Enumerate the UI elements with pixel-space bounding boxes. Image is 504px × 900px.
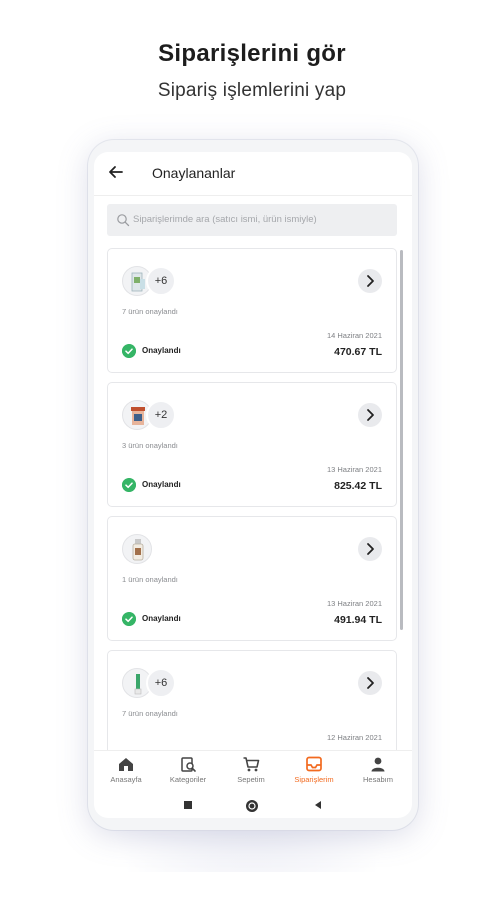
product-count-text: 7 ürün onaylandı bbox=[122, 709, 178, 718]
more-products-badge: +6 bbox=[146, 668, 176, 698]
search-placeholder: Siparişlerimde ara (satıcı ismi, ürün is… bbox=[133, 214, 317, 225]
check-circle-icon bbox=[122, 478, 136, 492]
order-amount: 491.94 TL bbox=[334, 614, 382, 626]
nav-label: Sepetim bbox=[237, 775, 265, 784]
check-circle-icon bbox=[122, 612, 136, 626]
product-image bbox=[132, 539, 144, 561]
nav-label: Hesabım bbox=[362, 775, 393, 784]
order-card[interactable]: 1 ürün onaylandı 13 Haziran 2021 Onaylan… bbox=[107, 516, 397, 641]
order-date: 13 Haziran 2021 bbox=[326, 465, 382, 474]
hero-subtitle: Sipariş işlemlerini yap bbox=[157, 80, 347, 101]
more-products-badge: +2 bbox=[146, 400, 176, 430]
more-products-badge: +6 bbox=[146, 266, 176, 296]
nav-item-kategoriler[interactable]: Kategoriler bbox=[158, 755, 218, 784]
search-icon bbox=[117, 214, 130, 227]
chevron-right-button[interactable] bbox=[358, 537, 382, 561]
arrow-left-icon[interactable] bbox=[106, 162, 126, 182]
chevron-right-button[interactable] bbox=[358, 671, 382, 695]
check-circle-icon bbox=[122, 344, 136, 358]
product-count-text: 1 ürün onaylandı bbox=[122, 575, 178, 584]
order-amount: 825.42 TL bbox=[334, 480, 382, 492]
home-icon bbox=[119, 758, 133, 771]
app-bar: Onaylananlar bbox=[94, 152, 412, 196]
page-title: Onaylananlar bbox=[152, 165, 236, 181]
category-search-icon bbox=[181, 757, 196, 772]
cart-icon bbox=[243, 757, 260, 772]
phone-frame: Onaylananlar Siparişlerimde ara (satıcı … bbox=[88, 140, 418, 830]
chevron-right-icon bbox=[367, 275, 374, 287]
nav-label: Kategoriler bbox=[169, 775, 207, 784]
person-icon bbox=[371, 757, 385, 772]
chevron-right-icon bbox=[367, 409, 374, 421]
nav-label: Anasayfa bbox=[110, 775, 142, 784]
chevron-right-icon bbox=[367, 543, 374, 555]
product-count-text: 7 ürün onaylandı bbox=[122, 307, 178, 316]
order-card[interactable]: +2 3 ürün onaylandı 13 Haziran 2021 Onay… bbox=[107, 382, 397, 507]
product-thumbnail bbox=[122, 534, 152, 564]
order-amount: 470.67 TL bbox=[334, 346, 382, 358]
recents-square-icon[interactable] bbox=[182, 799, 194, 811]
orders-list: +6 7 ürün onaylandı 14 Haziran 2021 Onay… bbox=[107, 248, 397, 753]
product-count-text: 3 ürün onaylandı bbox=[122, 441, 178, 450]
status-label: Onaylandı bbox=[142, 346, 181, 355]
nav-item-anasayfa[interactable]: Anasayfa bbox=[96, 755, 156, 784]
nav-item-siparislerim[interactable]: Siparişlerim bbox=[284, 755, 344, 784]
app-screen: Onaylananlar Siparişlerimde ara (satıcı … bbox=[94, 152, 412, 818]
status-label: Onaylandı bbox=[142, 480, 181, 489]
back-triangle-icon[interactable] bbox=[312, 799, 324, 811]
bottom-navigation: Anasayfa Kategoriler Sepetim Siparişleri… bbox=[94, 750, 412, 790]
nav-item-hesabim[interactable]: Hesabım bbox=[348, 755, 408, 784]
system-navigation-bar bbox=[94, 792, 412, 818]
order-date: 12 Haziran 2021 bbox=[326, 733, 382, 742]
home-circle-icon[interactable] bbox=[245, 799, 259, 813]
order-date: 13 Haziran 2021 bbox=[326, 599, 382, 608]
nav-label: Siparişlerim bbox=[294, 775, 334, 784]
nav-item-sepetim[interactable]: Sepetim bbox=[221, 755, 281, 784]
hero-title: Siparişlerini gör bbox=[158, 40, 346, 67]
order-date: 14 Haziran 2021 bbox=[326, 331, 382, 340]
status-label: Onaylandı bbox=[142, 614, 181, 623]
order-card[interactable]: +6 7 ürün onaylandı 14 Haziran 2021 Onay… bbox=[107, 248, 397, 373]
chevron-right-button[interactable] bbox=[358, 269, 382, 293]
chevron-right-icon bbox=[367, 677, 374, 689]
orders-tray-icon bbox=[306, 756, 322, 772]
chevron-right-button[interactable] bbox=[358, 403, 382, 427]
scrollbar[interactable] bbox=[400, 250, 403, 630]
search-input[interactable]: Siparişlerimde ara (satıcı ismi, ürün is… bbox=[107, 204, 397, 236]
order-card[interactable]: +6 7 ürün onaylandı 12 Haziran 2021 bbox=[107, 650, 397, 753]
